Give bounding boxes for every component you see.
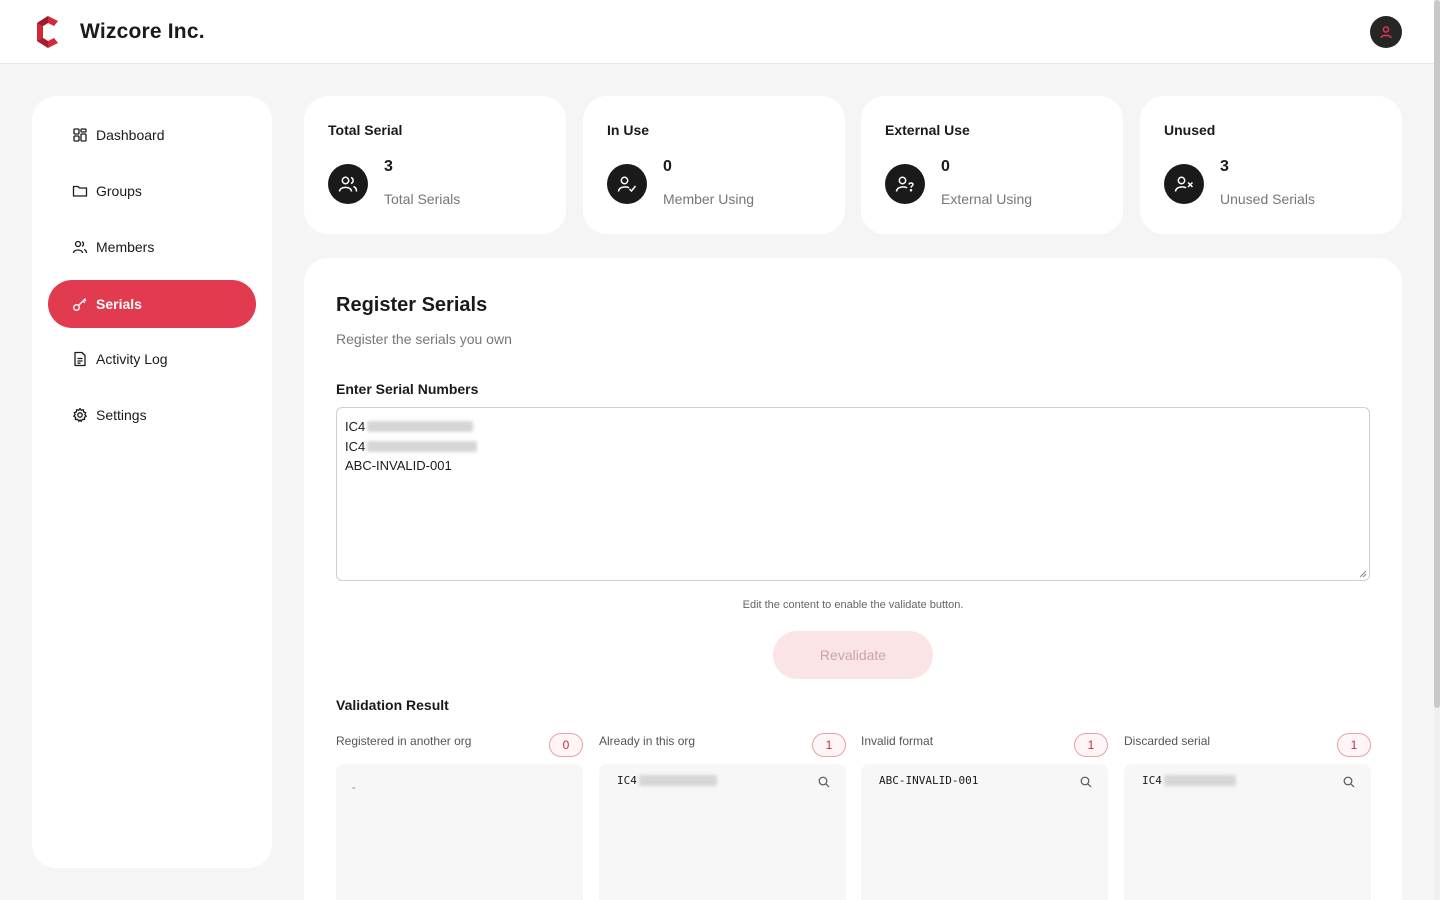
result-item: IC4: [617, 774, 717, 787]
sidebar-item-serials[interactable]: Serials: [48, 280, 256, 328]
serial-numbers-textarea[interactable]: IC4 IC4 ABC-INVALID-001: [336, 407, 1370, 581]
result-column-invalid-format: Invalid format 1 ABC-INVALID-001: [861, 730, 1108, 900]
stat-value: 0: [941, 158, 950, 175]
result-list: IC4: [1124, 764, 1371, 900]
brand-name: Wizcore Inc.: [80, 20, 205, 43]
user-x-icon: [1174, 176, 1194, 192]
stat-title: Total Serial: [328, 122, 403, 138]
serial-line: IC4: [345, 417, 1361, 437]
resize-handle-icon[interactable]: [1358, 569, 1367, 578]
count-badge: 0: [549, 733, 583, 757]
folder-icon: [72, 185, 88, 197]
stat-card-external-use: External Use 0 External Using: [861, 96, 1123, 234]
stat-sub: External Using: [941, 191, 1033, 207]
redacted-value: [367, 421, 474, 433]
result-column-label: Already in this org: [599, 734, 696, 748]
sidebar-item-label: Settings: [96, 407, 147, 423]
grid-icon: [73, 128, 87, 142]
document-icon: [74, 351, 86, 367]
page-subtitle: Register the serials you own: [336, 331, 512, 347]
stat-card-unused: Unused 3 Unused Serials: [1140, 96, 1402, 234]
sidebar-item-settings[interactable]: Settings: [48, 391, 256, 439]
serial-line: ABC-INVALID-001: [345, 458, 452, 473]
sidebar-item-dashboard[interactable]: Dashboard: [48, 111, 256, 159]
redacted-value: [1163, 775, 1236, 786]
result-list: IC4: [599, 764, 846, 900]
result-column-header: Invalid format 1: [861, 730, 1108, 758]
search-icon[interactable]: [1080, 776, 1092, 788]
validate-hint: Edit the content to enable the validate …: [742, 599, 964, 611]
result-column-header: Registered in another org 0: [336, 730, 583, 758]
result-item: ABC-INVALID-001: [879, 774, 979, 787]
result-list: ABC-INVALID-001: [861, 764, 1108, 900]
count-badge: 1: [812, 733, 846, 757]
sidebar-item-label: Groups: [96, 183, 142, 199]
result-column-label: Invalid format: [861, 734, 934, 748]
stat-title: Unused: [1164, 122, 1216, 138]
sidebar-item-members[interactable]: Members: [48, 223, 256, 271]
stat-icon-badge: [885, 164, 925, 204]
stat-icon-badge: [607, 164, 647, 204]
result-column-header: Already in this org 1: [599, 730, 846, 758]
user-check-icon: [617, 176, 637, 193]
page-scrollbar[interactable]: [1434, 0, 1440, 900]
validation-result-title: Validation Result: [336, 697, 449, 713]
stat-value: 3: [1220, 158, 1229, 175]
sidebar: Dashboard Groups Members Serials Activit…: [32, 96, 272, 868]
result-column-another-org: Registered in another org 0 -: [336, 730, 583, 900]
redacted-value: [367, 440, 478, 452]
search-icon[interactable]: [1343, 776, 1355, 788]
users-icon: [72, 240, 88, 254]
sidebar-item-label: Members: [96, 239, 155, 255]
result-list: -: [336, 764, 583, 900]
result-column-already-in-org: Already in this org 1 IC4: [599, 730, 846, 900]
revalidate-button[interactable]: Revalidate: [773, 631, 933, 679]
stat-title: In Use: [607, 122, 650, 138]
wizcore-logo-icon[interactable]: [34, 15, 64, 49]
key-icon: [73, 298, 87, 311]
stat-card-in-use: In Use 0 Member Using: [583, 96, 845, 234]
page-title: Register Serials: [336, 294, 488, 316]
redacted-value: [638, 775, 717, 786]
user-icon: [1380, 26, 1392, 39]
result-item: IC4: [1142, 774, 1236, 787]
serial-numbers-label: Enter Serial Numbers: [336, 381, 479, 397]
stat-icon-badge: [328, 164, 368, 204]
empty-placeholder: -: [352, 782, 356, 794]
stat-value: 0: [663, 158, 672, 175]
result-column-label: Discarded serial: [1124, 734, 1211, 748]
users-icon: [338, 176, 358, 192]
stat-sub: Unused Serials: [1220, 191, 1315, 207]
result-column-discarded: Discarded serial 1 IC4: [1124, 730, 1371, 900]
stat-sub: Total Serials: [384, 191, 461, 207]
count-badge: 1: [1074, 733, 1108, 757]
result-column-header: Discarded serial 1: [1124, 730, 1371, 758]
result-column-label: Registered in another org: [336, 734, 472, 748]
sidebar-item-groups[interactable]: Groups: [48, 167, 256, 215]
count-badge: 1: [1337, 733, 1371, 757]
stat-sub: Member Using: [663, 191, 755, 207]
stat-value: 3: [384, 158, 393, 175]
stat-icon-badge: [1164, 164, 1204, 204]
top-header: Wizcore Inc.: [0, 0, 1434, 64]
serial-line: IC4: [345, 437, 1361, 457]
scrollbar-thumb[interactable]: [1434, 0, 1440, 708]
sidebar-item-activity-log[interactable]: Activity Log: [48, 335, 256, 383]
stat-title: External Use: [885, 122, 970, 138]
sidebar-item-label: Activity Log: [96, 351, 168, 367]
stat-card-total-serial: Total Serial 3 Total Serials: [304, 96, 566, 234]
sidebar-item-label: Dashboard: [96, 127, 165, 143]
sidebar-item-label: Serials: [96, 296, 142, 312]
register-serials-card: Register Serials Register the serials yo…: [304, 258, 1402, 900]
user-question-icon: [895, 176, 914, 192]
user-avatar[interactable]: [1370, 16, 1402, 48]
search-icon[interactable]: [818, 776, 830, 788]
gear-icon: [73, 407, 87, 422]
